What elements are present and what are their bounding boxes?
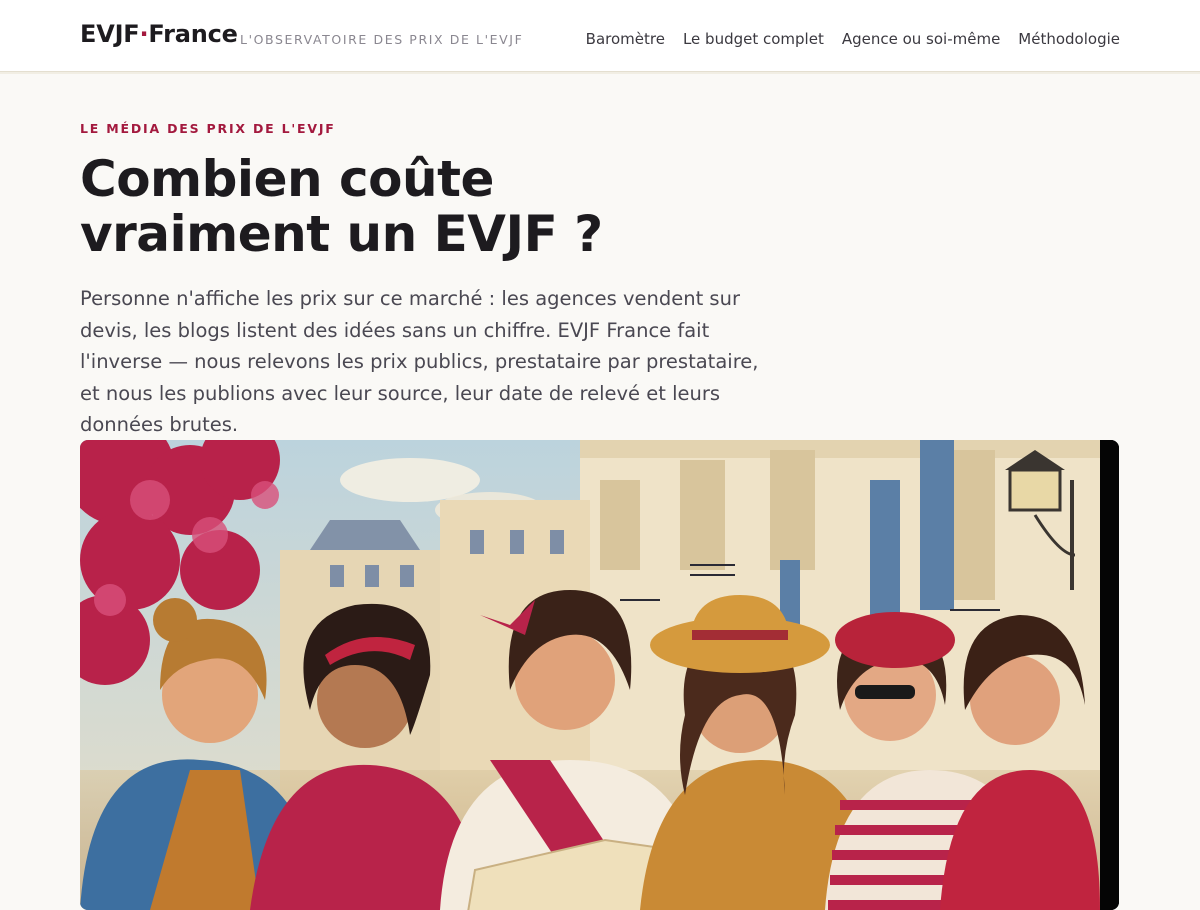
- logo-text-evjf: EVJF: [80, 20, 140, 48]
- site-tagline: L'OBSERVATOIRE DES PRIX DE L'EVJF: [240, 32, 524, 47]
- logo-text-france: France: [148, 20, 238, 48]
- site-logo[interactable]: EVJF·France: [80, 20, 238, 48]
- title-line-1: Combien coûte: [80, 150, 494, 208]
- title-line-2: vraiment un EVJF ?: [80, 205, 603, 263]
- main-nav: Baromètre Le budget complet Agence ou so…: [586, 30, 1120, 48]
- hero-eyebrow: LE MÉDIA DES PRIX DE L'EVJF: [80, 121, 336, 136]
- page-title: Combien coûte vraiment un EVJF ?: [80, 152, 720, 262]
- hero-lead-paragraph: Personne n'affiche les prix sur ce march…: [80, 287, 759, 436]
- nav-link-budget-complet[interactable]: Le budget complet: [683, 30, 824, 48]
- hero-illustration: [80, 440, 1119, 910]
- hero-illustration-art: [80, 440, 1119, 910]
- nav-link-methodologie[interactable]: Méthodologie: [1018, 30, 1120, 48]
- site-header: EVJF·France L'OBSERVATOIRE DES PRIX DE L…: [0, 0, 1200, 72]
- nav-link-agence-ou-soi-meme[interactable]: Agence ou soi-même: [842, 30, 1000, 48]
- nav-link-barometre[interactable]: Baromètre: [586, 30, 665, 48]
